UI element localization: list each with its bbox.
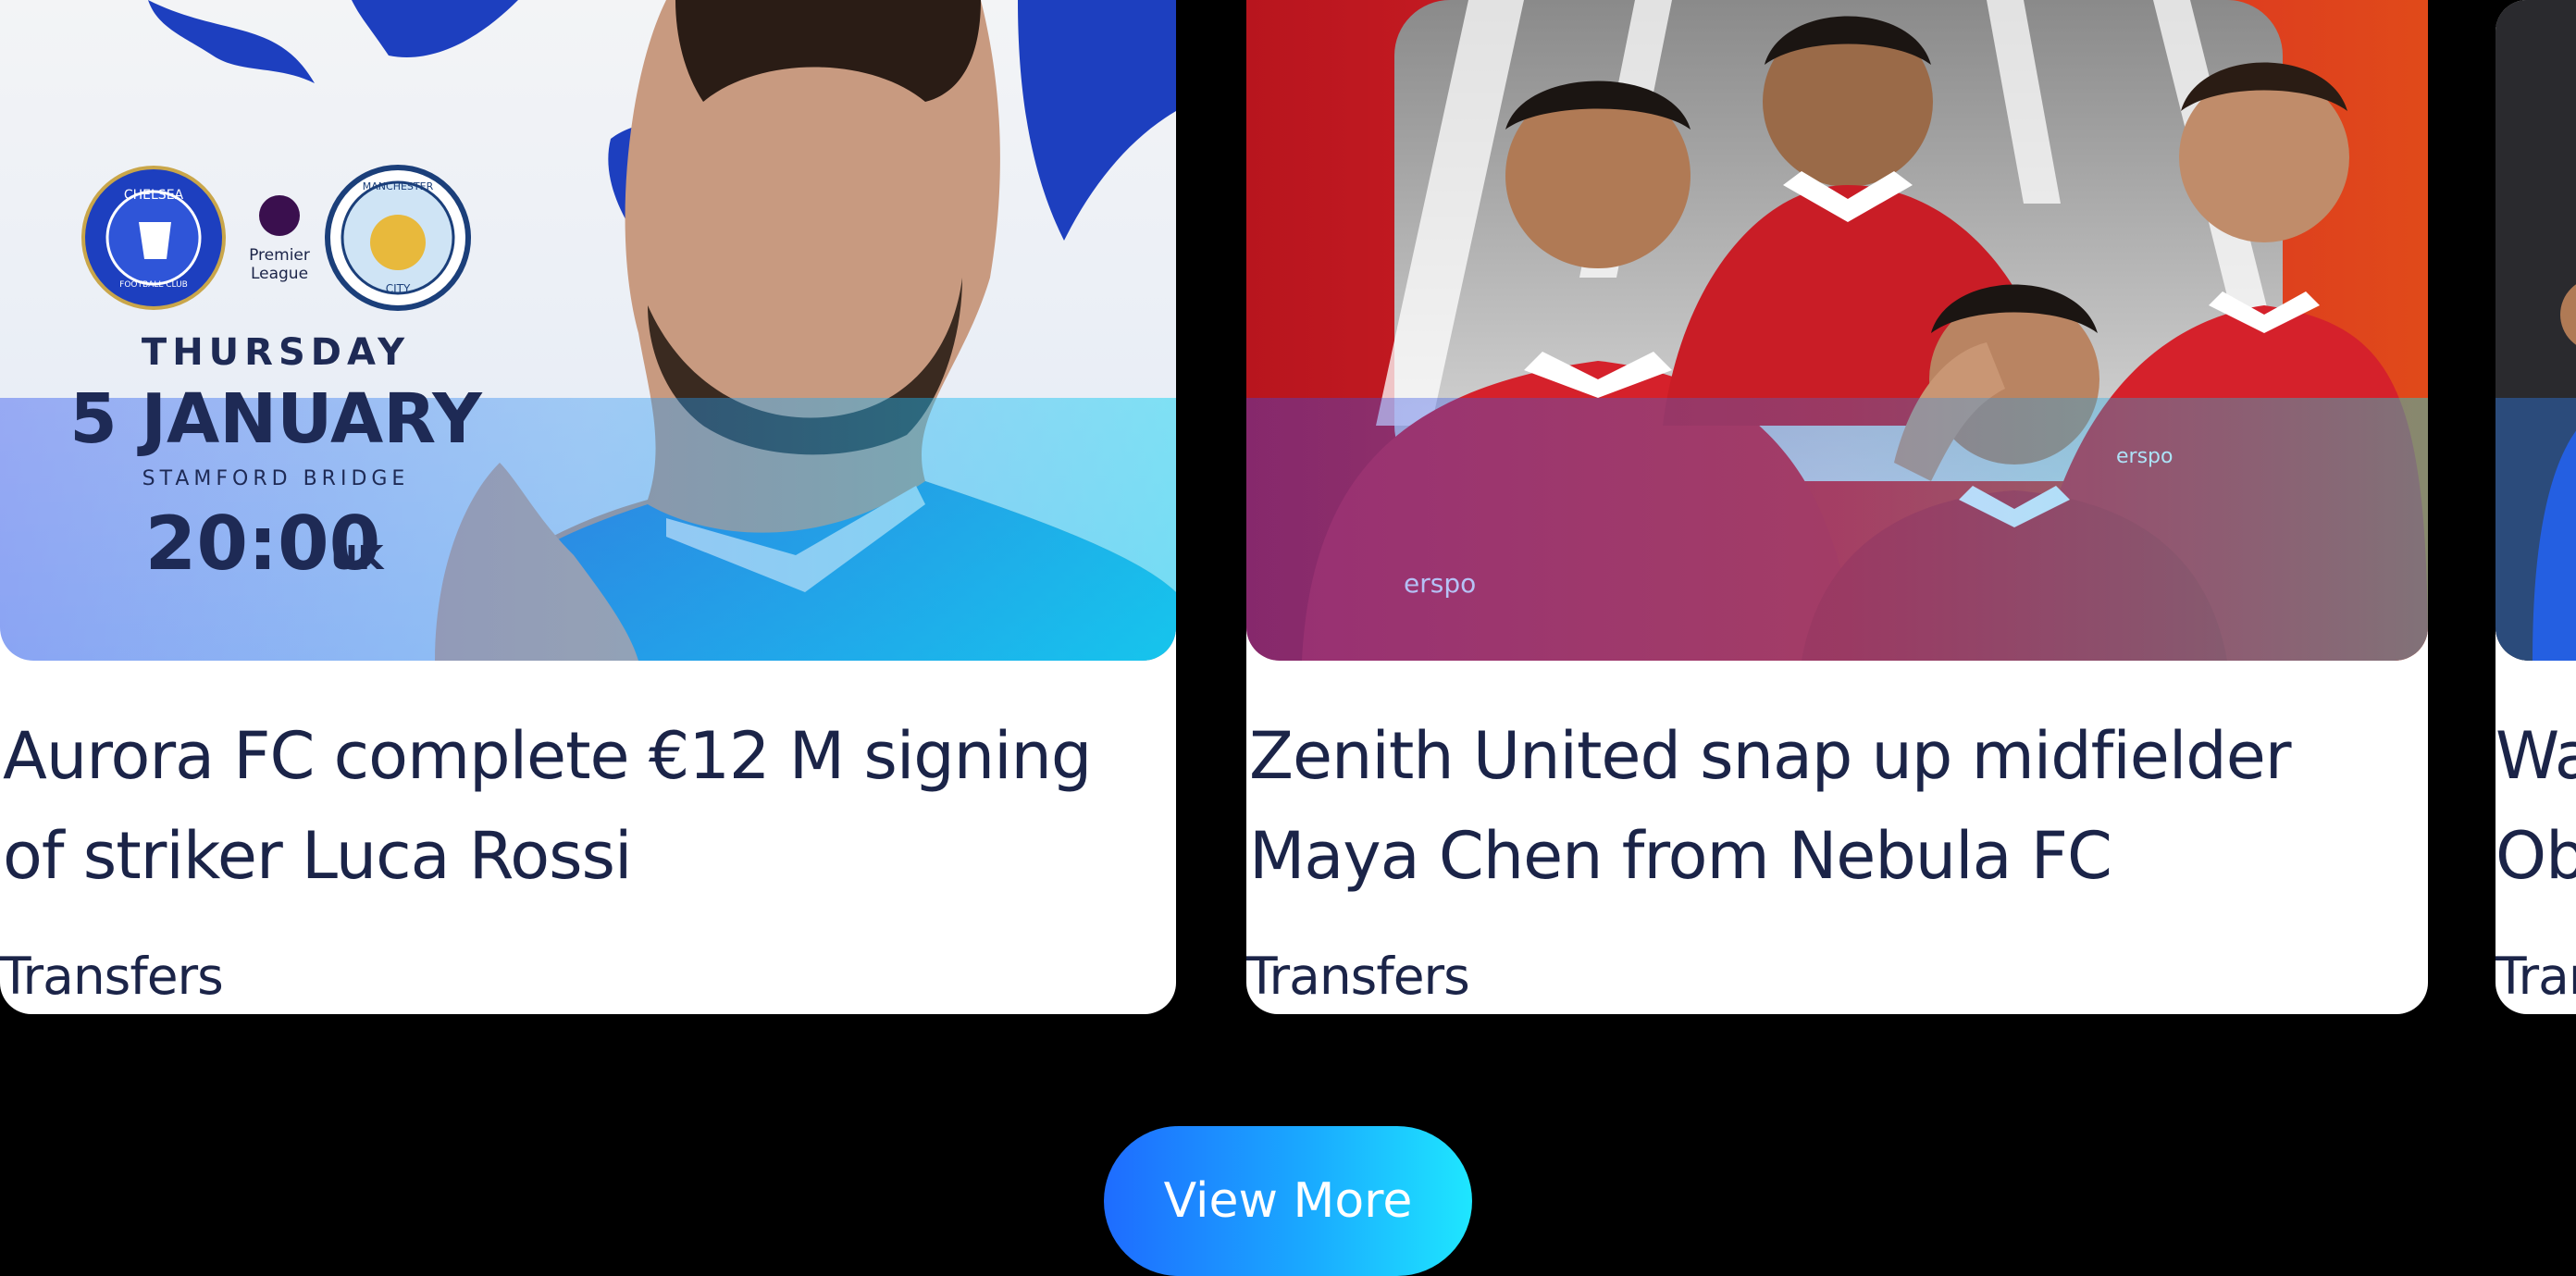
view-more-button[interactable]: View More <box>1104 1126 1472 1276</box>
news-card[interactable]: CHELSEA FOOTBALL CLUB Premier League MAN… <box>0 0 1176 1014</box>
svg-text:STAMFORD BRIDGE: STAMFORD BRIDGE <box>142 467 410 490</box>
svg-text:5 JANUARY: 5 JANUARY <box>69 379 483 459</box>
news-card-title-line[interactable]: Wa <box>2496 706 2576 806</box>
svg-text:Premier: Premier <box>249 246 310 265</box>
news-card-category: Transfers <box>0 947 224 1006</box>
player-photo-image <box>2496 0 2576 661</box>
svg-text:UK: UK <box>330 539 384 577</box>
news-card-title-line[interactable]: Ob <box>2496 806 2576 906</box>
svg-text:CITY: CITY <box>386 282 411 295</box>
svg-text:MANCHESTER: MANCHESTER <box>363 180 434 192</box>
news-card-title-line[interactable]: Zenith United snap up midfielder <box>1249 706 2406 806</box>
svg-text:THURSDAY: THURSDAY <box>142 331 410 374</box>
news-card[interactable]: erspo erspo Zenith United snap up midfie… <box>1246 0 2428 1014</box>
news-card-category: Trar <box>2496 947 2576 1006</box>
news-card-category: Transfers <box>1246 947 1470 1006</box>
news-card-title-line[interactable]: of striker Luca Rossi <box>3 806 1159 906</box>
news-card-title[interactable]: Zenith United snap up midfielder Maya Ch… <box>1249 706 2406 906</box>
news-carousel: CHELSEA FOOTBALL CLUB Premier League MAN… <box>0 0 2576 1018</box>
news-card-image[interactable]: CHELSEA FOOTBALL CLUB Premier League MAN… <box>0 0 1176 661</box>
news-card-title-line[interactable]: Aurora FC complete €12 M signing <box>3 706 1159 806</box>
news-card-title[interactable]: Wa Ob <box>2496 706 2576 906</box>
match-poster-image: CHELSEA FOOTBALL CLUB Premier League MAN… <box>0 0 1176 661</box>
news-card-title-line[interactable]: Maya Chen from Nebula FC <box>1249 806 2406 906</box>
news-card[interactable]: Wa Ob Trar <box>2496 0 2576 1014</box>
news-card-title[interactable]: Aurora FC complete €12 M signing of stri… <box>3 706 1159 906</box>
team-photo-image: erspo erspo <box>1246 0 2428 661</box>
svg-text:FOOTBALL CLUB: FOOTBALL CLUB <box>119 280 188 290</box>
svg-text:CHELSEA: CHELSEA <box>124 188 184 203</box>
away-crest-icon: MANCHESTER CITY <box>325 165 471 311</box>
svg-text:League: League <box>251 265 308 283</box>
news-card-image[interactable] <box>2496 0 2576 661</box>
news-card-image[interactable]: erspo erspo <box>1246 0 2428 661</box>
home-crest-icon: CHELSEA FOOTBALL CLUB <box>81 166 226 310</box>
